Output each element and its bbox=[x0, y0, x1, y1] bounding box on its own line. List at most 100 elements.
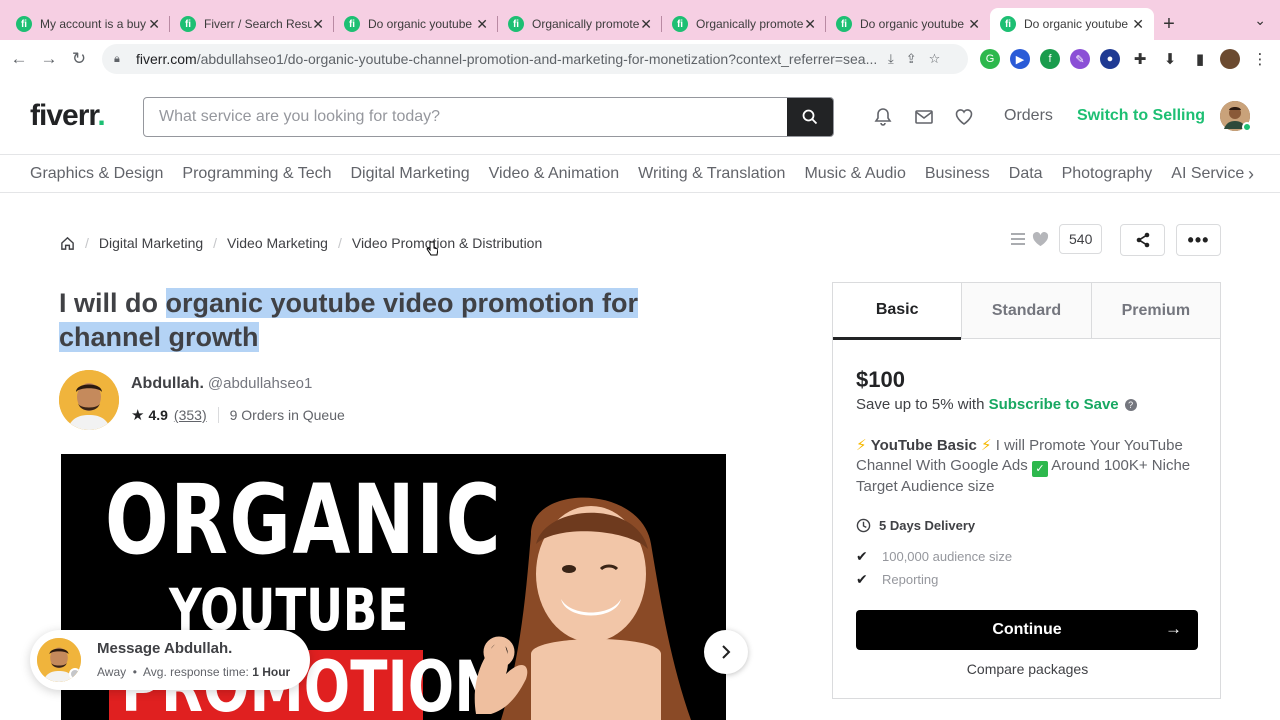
profile-avatar-icon[interactable] bbox=[1220, 49, 1240, 69]
breadcrumb: / Digital Marketing / Video Marketing / … bbox=[60, 235, 542, 251]
address-bar[interactable]: 🔒︎ fiverr.com/abdullahseo1/do-organic-yo… bbox=[102, 44, 968, 74]
collect-likes: 540 bbox=[1010, 224, 1103, 254]
reload-icon[interactable]: ↻ bbox=[64, 49, 94, 69]
share-icon bbox=[1136, 232, 1149, 248]
gallery-next-button[interactable] bbox=[704, 630, 748, 674]
category-menu: Graphics & Design Programming & Tech Dig… bbox=[0, 156, 1280, 193]
share-icon[interactable]: ⇪ bbox=[906, 51, 917, 67]
user-avatar[interactable] bbox=[1220, 101, 1252, 132]
package-description: ⚡ YouTube Basic ⚡ I will Promote Your Yo… bbox=[856, 437, 1191, 495]
category-music-audio[interactable]: Music & Audio bbox=[804, 165, 905, 183]
messages-envelope-icon[interactable] bbox=[914, 107, 934, 127]
breadcrumb-video-promotion[interactable]: Video Promotion & Distribution bbox=[352, 235, 542, 251]
new-tab-icon[interactable]: + bbox=[1154, 8, 1184, 40]
category-photography[interactable]: Photography bbox=[1062, 165, 1153, 183]
lightning-icon: ⚡ bbox=[981, 437, 992, 454]
message-title: Message Abdullah. bbox=[97, 640, 233, 657]
message-avatar bbox=[37, 638, 81, 682]
package-panel: Basic Standard Premium $100 Save up to 5… bbox=[832, 282, 1221, 699]
breadcrumb-digital-marketing[interactable]: Digital Marketing bbox=[99, 235, 203, 251]
home-icon[interactable] bbox=[60, 236, 75, 251]
close-tab-icon[interactable]: ✕ bbox=[640, 16, 652, 33]
chevron-right-icon bbox=[722, 645, 731, 659]
category-business[interactable]: Business bbox=[925, 165, 990, 183]
extension-grammarly-icon[interactable]: G bbox=[980, 49, 1000, 69]
extensions-puzzle-icon[interactable]: ✚ bbox=[1130, 49, 1150, 69]
reviews-count-link[interactable]: (353) bbox=[174, 407, 207, 423]
tab-standard[interactable]: Standard bbox=[961, 283, 1091, 338]
compare-packages-link[interactable]: Compare packages bbox=[833, 661, 1222, 677]
fiverr-favicon-icon: fi bbox=[508, 16, 524, 32]
category-writing-translation[interactable]: Writing & Translation bbox=[638, 165, 785, 183]
heart-icon[interactable] bbox=[1032, 231, 1049, 247]
list-icon[interactable] bbox=[1010, 232, 1026, 246]
share-button[interactable] bbox=[1120, 224, 1165, 256]
close-tab-icon[interactable]: ✕ bbox=[148, 16, 160, 33]
back-icon[interactable]: ← bbox=[4, 49, 34, 69]
download-icon[interactable]: ⬇ bbox=[1160, 49, 1180, 69]
category-data[interactable]: Data bbox=[1009, 165, 1043, 183]
switch-to-selling-link[interactable]: Switch to Selling bbox=[1077, 107, 1205, 125]
browser-menu-icon[interactable]: ⋮ bbox=[1250, 49, 1270, 69]
category-scroll-right-icon[interactable]: › bbox=[1244, 164, 1254, 185]
orders-link[interactable]: Orders bbox=[1004, 107, 1053, 125]
delivery-time: 5 Days Delivery bbox=[856, 518, 975, 533]
tab-basic[interactable]: Basic bbox=[833, 283, 962, 340]
star-icon: ★ bbox=[131, 407, 145, 424]
lock-icon: 🔒︎ bbox=[114, 52, 120, 65]
close-tab-icon[interactable]: ✕ bbox=[804, 16, 816, 33]
notifications-bell-icon[interactable] bbox=[873, 107, 893, 127]
extension-fiverr-icon[interactable]: f bbox=[1040, 49, 1060, 69]
site-header: fiverr. Orders Switch to Selling bbox=[0, 79, 1280, 155]
arrow-right-icon: → bbox=[1165, 619, 1182, 638]
extension-pen-icon[interactable]: ✎ bbox=[1070, 49, 1090, 69]
browser-tab-active[interactable]: fi Do organic youtube ✕ bbox=[990, 8, 1154, 40]
gig-image-person bbox=[474, 497, 691, 720]
browser-tab[interactable]: fi Do organic youtube ✕ bbox=[334, 8, 498, 40]
close-tab-icon[interactable]: ✕ bbox=[1132, 16, 1144, 33]
tab-search-icon[interactable]: ⌄ bbox=[1254, 12, 1266, 29]
fiverr-logo[interactable]: fiverr. bbox=[30, 99, 106, 133]
more-options-button[interactable]: ••• bbox=[1176, 224, 1221, 256]
favorites-heart-icon[interactable] bbox=[954, 107, 974, 127]
category-programming-tech[interactable]: Programming & Tech bbox=[182, 165, 331, 183]
browser-tab[interactable]: fi Fiverr / Search Resu ✕ bbox=[170, 8, 334, 40]
category-graphics-design[interactable]: Graphics & Design bbox=[30, 165, 163, 183]
seller-avatar[interactable] bbox=[59, 370, 119, 430]
seller-avatar-icon bbox=[59, 370, 119, 430]
browser-tab[interactable]: fi Organically promote ✕ bbox=[498, 8, 662, 40]
install-icon[interactable]: ⤓ bbox=[888, 51, 894, 67]
continue-button[interactable]: Continue → bbox=[856, 610, 1198, 650]
close-tab-icon[interactable]: ✕ bbox=[476, 16, 488, 33]
fiverr-favicon-icon: fi bbox=[180, 16, 196, 32]
extension-circle-icon[interactable]: ● bbox=[1100, 49, 1120, 69]
search-button[interactable] bbox=[787, 98, 833, 136]
help-icon[interactable]: ? bbox=[1124, 399, 1137, 412]
search-input[interactable] bbox=[144, 98, 787, 136]
gig-title: I will do organic youtube video promotio… bbox=[59, 288, 638, 352]
browser-tab[interactable]: fi Do organic youtube ✕ bbox=[826, 8, 990, 40]
check-icon: ✔ bbox=[856, 571, 868, 587]
category-ai-services[interactable]: AI Services bbox=[1171, 165, 1252, 183]
away-status-dot bbox=[69, 668, 81, 680]
online-status-dot bbox=[1242, 122, 1252, 132]
message-seller-bubble[interactable]: Message Abdullah. Away • Avg. response t… bbox=[30, 630, 310, 690]
bookmark-star-icon[interactable]: ☆ bbox=[929, 51, 941, 67]
subscribe-to-save-link[interactable]: Subscribe to Save bbox=[989, 396, 1119, 413]
seller-name[interactable]: Abdullah. @abdullahseo1 bbox=[131, 375, 312, 393]
category-video-animation[interactable]: Video & Animation bbox=[489, 165, 619, 183]
clock-icon bbox=[856, 518, 871, 533]
side-panel-icon[interactable]: ▮ bbox=[1190, 49, 1210, 69]
forward-icon[interactable]: → bbox=[34, 49, 64, 69]
browser-tab[interactable]: fi My account is a buy ✕ bbox=[6, 8, 170, 40]
subscribe-save: Save up to 5% with Subscribe to Save? bbox=[856, 396, 1137, 413]
package-feature: ✔ Reporting bbox=[856, 571, 939, 587]
extension-video-icon[interactable]: ▶ bbox=[1010, 49, 1030, 69]
breadcrumb-video-marketing[interactable]: Video Marketing bbox=[227, 235, 328, 251]
close-tab-icon[interactable]: ✕ bbox=[312, 16, 324, 33]
fiverr-favicon-icon: fi bbox=[672, 16, 688, 32]
browser-tab[interactable]: fi Organically promote ✕ bbox=[662, 8, 826, 40]
category-digital-marketing[interactable]: Digital Marketing bbox=[351, 165, 470, 183]
close-tab-icon[interactable]: ✕ bbox=[968, 16, 980, 33]
tab-premium[interactable]: Premium bbox=[1090, 283, 1220, 338]
